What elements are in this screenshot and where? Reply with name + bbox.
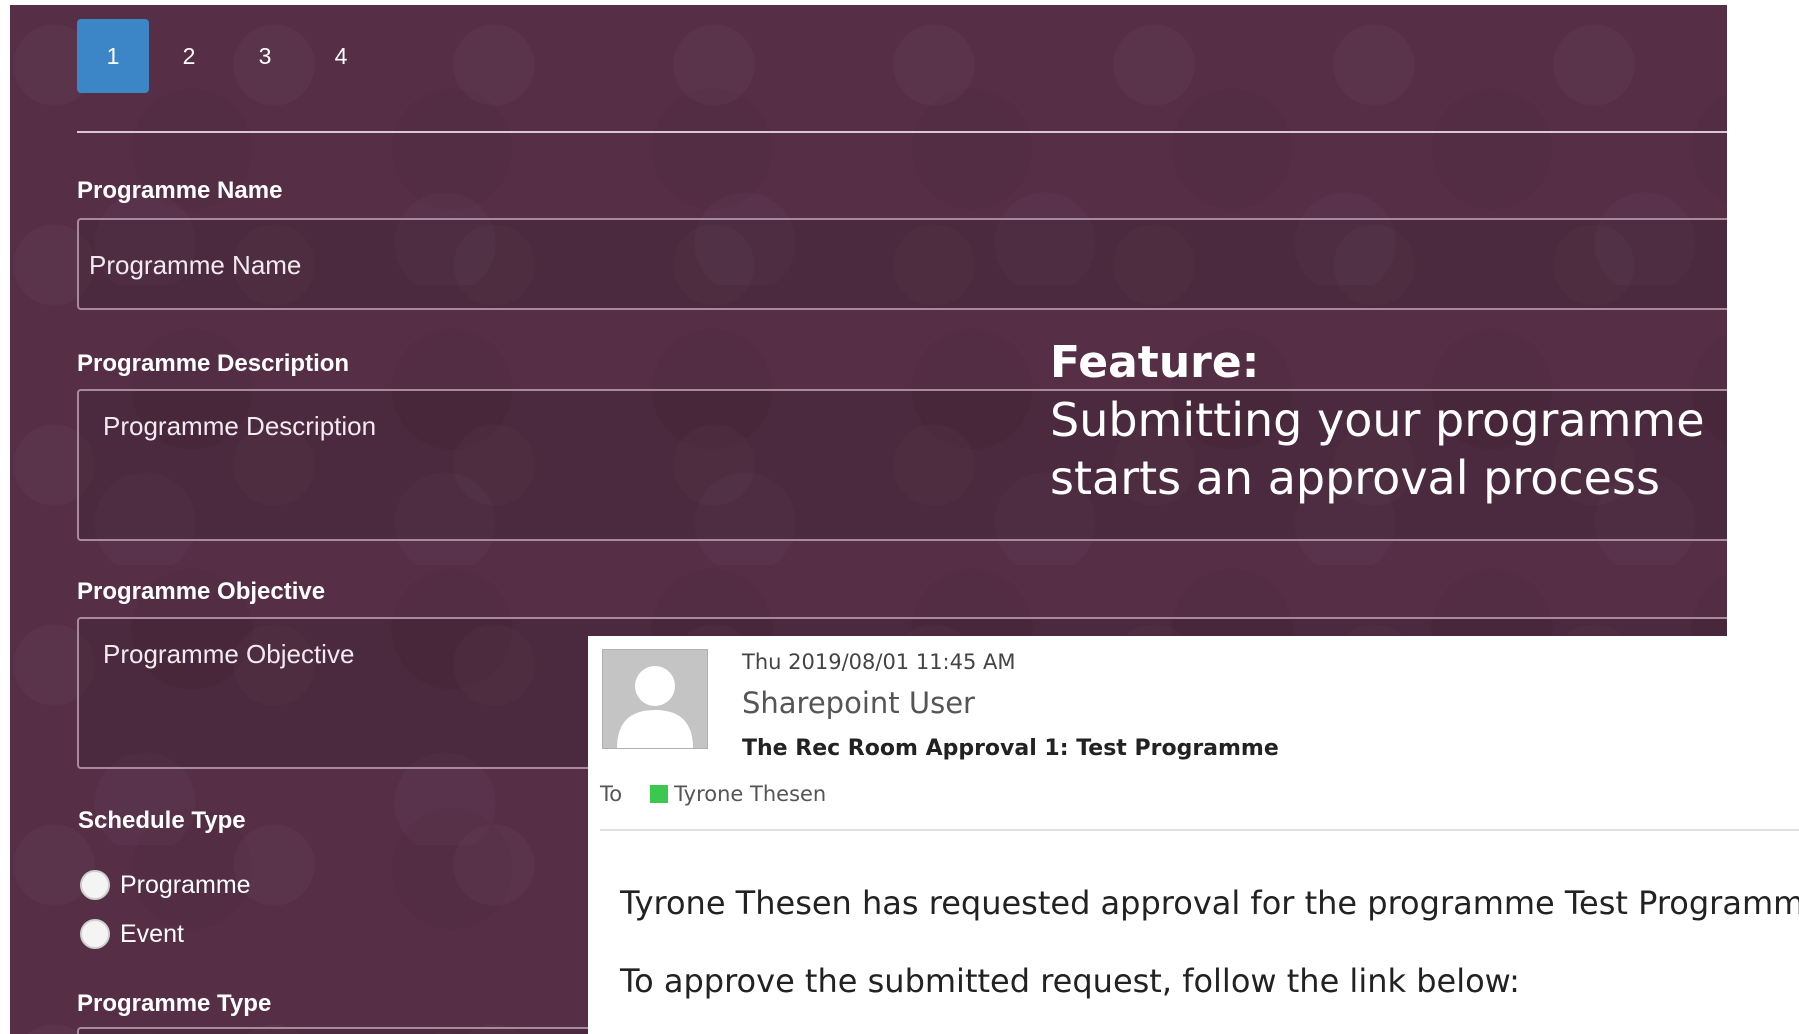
- radio-button-icon[interactable]: [80, 870, 110, 900]
- page-3-button[interactable]: 3: [229, 19, 301, 93]
- programme-name-input[interactable]: Programme Name: [77, 218, 1727, 310]
- programme-type-label: Programme Type: [77, 990, 272, 1017]
- programme-description-label: Programme Description: [77, 350, 350, 377]
- approval-email-preview: Thu 2019/08/01 11:45 AM Sharepoint User …: [588, 636, 1799, 1034]
- email-header-divider: [600, 829, 1799, 831]
- recipient-name[interactable]: Tyrone Thesen: [674, 782, 826, 806]
- pagination: 1 2 3 4: [77, 19, 381, 93]
- feature-title: Feature:: [1050, 337, 1260, 388]
- email-date: Thu 2019/08/01 11:45 AM: [742, 650, 1016, 674]
- email-sender[interactable]: Sharepoint User: [742, 686, 975, 720]
- radio-label: Event: [120, 919, 184, 948]
- schedule-type-event-radio[interactable]: Event: [80, 919, 184, 949]
- schedule-type-programme-radio[interactable]: Programme: [80, 870, 251, 900]
- email-subject: The Rec Room Approval 1: Test Programme: [742, 736, 1279, 761]
- schedule-type-label: Schedule Type: [78, 807, 246, 834]
- page-4-button[interactable]: 4: [305, 19, 377, 93]
- feature-callout: Feature: Submitting your programme start…: [1050, 335, 1727, 507]
- sender-avatar-icon: [602, 649, 708, 749]
- radio-label: Programme: [120, 870, 251, 899]
- page-2-button[interactable]: 2: [153, 19, 225, 93]
- programme-name-label: Programme Name: [77, 177, 283, 204]
- email-recipients: To Tyrone Thesen: [600, 782, 826, 806]
- radio-button-icon[interactable]: [80, 919, 110, 949]
- to-label: To: [600, 782, 623, 806]
- pagination-divider: [77, 131, 1727, 133]
- programme-objective-label: Programme Objective: [77, 578, 326, 605]
- email-body-line-1: Tyrone Thesen has requested approval for…: [620, 884, 1799, 922]
- email-body-line-2: To approve the submitted request, follow…: [620, 962, 1520, 1000]
- page-1-button[interactable]: 1: [77, 19, 149, 93]
- presence-status-icon: [650, 785, 669, 803]
- feature-description: Submitting your programme starts an appr…: [1050, 393, 1705, 505]
